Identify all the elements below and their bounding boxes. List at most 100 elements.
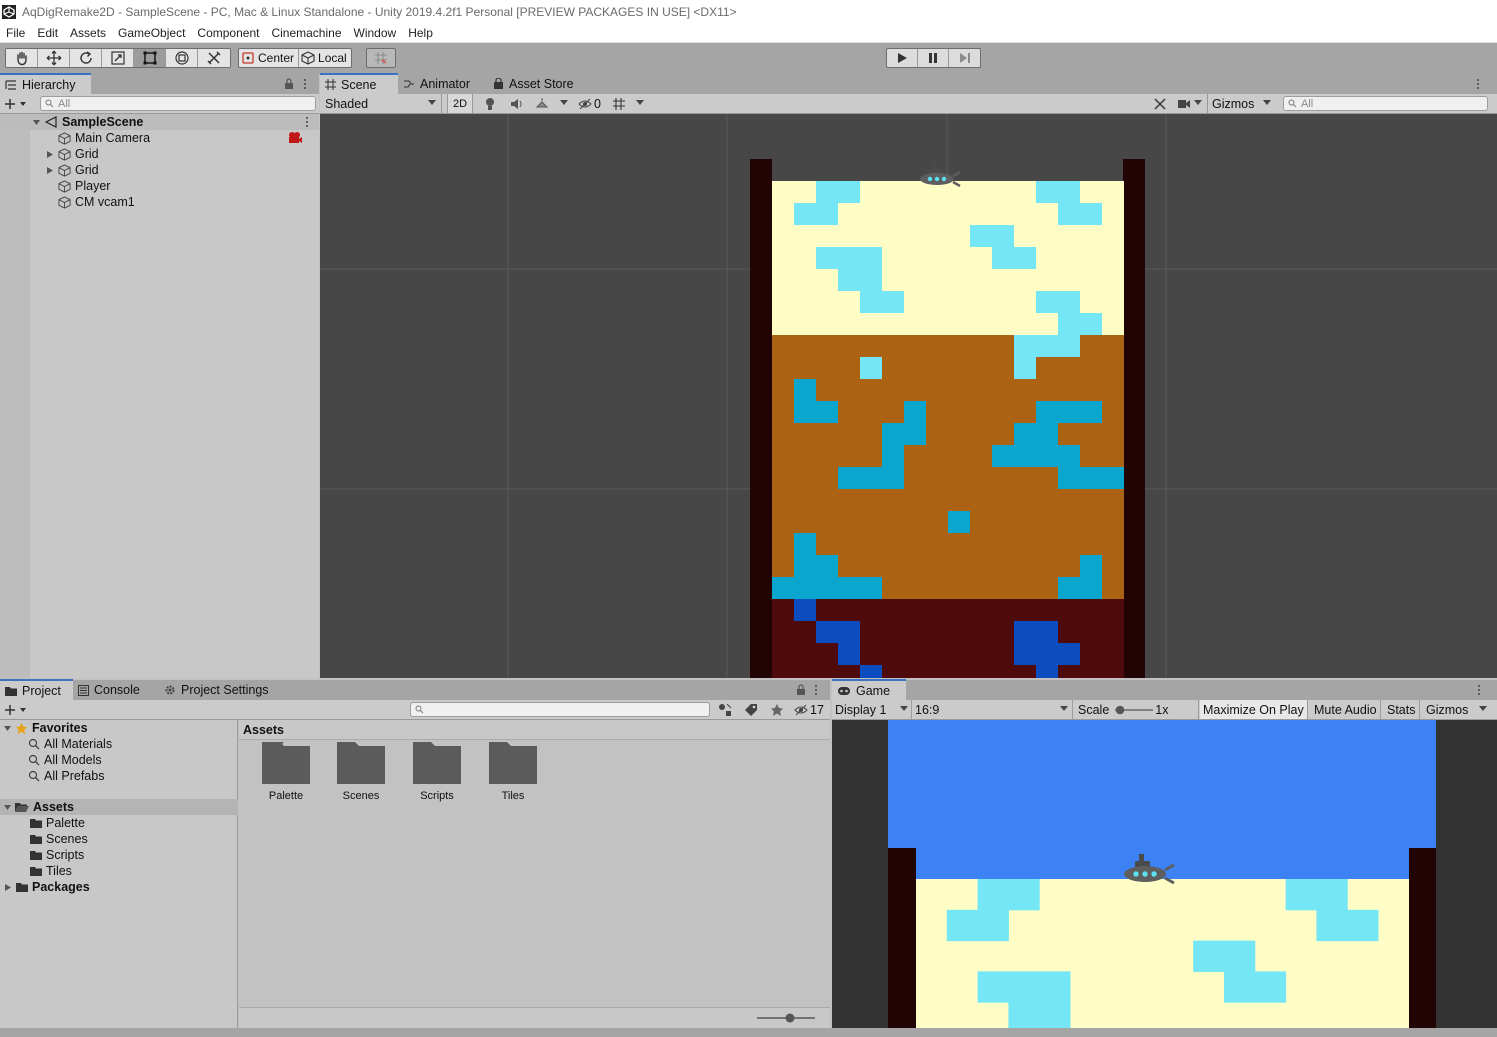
tab-asset-store[interactable]: Asset Store [488,74,598,94]
2d-mode-toggle[interactable]: 2D [447,94,473,113]
gem-tile [1058,401,1080,423]
stats-toggle[interactable]: Stats [1384,700,1420,719]
tab-game[interactable]: Game [832,679,906,700]
game-gizmos-toggle[interactable]: Gizmos [1423,700,1471,719]
rect-tool-button[interactable] [134,49,166,67]
search-by-type-icon[interactable] [718,703,732,717]
expand-arrow-icon[interactable] [4,883,12,892]
expand-arrow-icon[interactable] [32,118,41,127]
favorite-star-icon[interactable] [770,703,784,717]
hierarchy-item-player[interactable]: Player [0,178,319,194]
assets-folder-scenes[interactable]: Scenes [30,831,88,847]
project-search-input[interactable] [410,702,710,717]
expand-arrow-icon[interactable] [46,150,54,159]
scale-slider[interactable] [1115,705,1154,715]
scene-viewport[interactable] [320,114,1497,678]
expand-arrow-icon[interactable] [46,166,54,175]
scale-control[interactable]: Scale 1x [1075,700,1199,719]
chevron-down-icon[interactable] [1263,100,1271,106]
asset-folder-tiles[interactable]: Tiles [478,742,548,802]
chevron-down-icon[interactable] [636,100,644,106]
menu-help[interactable]: Help [402,26,439,40]
packages-row[interactable]: Packages [0,879,90,895]
expand-arrow-icon[interactable] [3,803,12,812]
grid-snap-button[interactable] [367,49,395,67]
favorite-item-all-prefabs[interactable]: All Prefabs [28,768,104,784]
pivot-rotation-toggle[interactable]: Local [299,49,351,67]
chevron-down-icon[interactable] [1479,706,1487,712]
asset-folder-scripts[interactable]: Scripts [402,742,472,802]
menu-cinemachine[interactable]: Cinemachine [265,26,347,40]
create-plus-icon[interactable] [4,704,28,716]
create-plus-icon[interactable] [4,98,28,110]
menu-component[interactable]: Component [191,26,265,40]
shading-mode-dropdown[interactable]: Shaded [320,94,442,113]
hierarchy-item-grid[interactable]: Grid [0,162,319,178]
scale-tool-button[interactable] [102,49,134,67]
assets-folder-scripts[interactable]: Scripts [30,847,84,863]
icon-size-slider[interactable] [757,1012,815,1024]
aspect-dropdown[interactable]: 16:9 [912,700,1073,719]
move-tool-button[interactable] [38,49,70,67]
expand-arrow-icon[interactable] [3,724,12,733]
tab-animator[interactable]: Animator [398,74,488,94]
lock-icon[interactable] [796,684,806,696]
step-button[interactable] [949,49,980,67]
step-icon [959,53,970,63]
hierarchy-scene-row[interactable]: SampleScene [0,114,319,130]
camera-icon[interactable] [1177,98,1191,110]
tab-project-settings[interactable]: Project Settings [159,680,279,700]
maximize-on-play-toggle[interactable]: Maximize On Play [1200,700,1308,719]
kebab-menu-icon[interactable] [1476,78,1480,90]
menu-window[interactable]: Window [348,26,403,40]
menu-edit[interactable]: Edit [31,26,64,40]
rotate-tool-button[interactable] [70,49,102,67]
audio-speaker-icon[interactable] [510,97,524,111]
menu-assets[interactable]: Assets [64,26,112,40]
kebab-menu-icon[interactable] [1477,684,1481,696]
scene-kebab-icon[interactable] [305,116,309,128]
tab-project[interactable]: Project [0,679,73,700]
favorites-row[interactable]: Favorites [0,720,88,736]
tools-icon[interactable] [1153,97,1167,111]
mute-audio-toggle[interactable]: Mute Audio [1311,700,1381,719]
assets-folder-tiles[interactable]: Tiles [30,863,72,879]
pivot-mode-toggle[interactable]: Center [239,49,300,67]
favorite-item-all-materials[interactable]: All Materials [28,736,112,752]
gizmos-dropdown[interactable]: Gizmos [1207,94,1254,113]
hierarchy-item-cm-vcam1[interactable]: CM vcam1 [0,194,319,210]
folder-label: Scenes [46,832,88,846]
menu-gameobject[interactable]: GameObject [112,26,191,40]
hidden-eye-icon[interactable] [578,97,592,111]
lighting-bulb-icon[interactable] [484,97,496,111]
pause-button[interactable] [918,49,949,67]
chevron-down-icon[interactable] [1194,100,1202,106]
game-viewport[interactable] [832,720,1497,1028]
tab-console[interactable]: Console [73,680,159,700]
hierarchy-item-main-camera[interactable]: Main Camera [0,130,319,146]
menu-file[interactable]: File [0,26,31,40]
tab-hierarchy[interactable]: Hierarchy [0,73,91,94]
label-tag-icon[interactable] [744,703,758,717]
asset-folder-palette[interactable]: Palette [251,742,321,802]
breadcrumb[interactable]: Assets [239,720,830,740]
hidden-eye-icon[interactable] [794,703,808,717]
chevron-down-icon[interactable] [560,100,568,106]
kebab-menu-icon[interactable] [303,78,307,90]
favorite-item-all-models[interactable]: All Models [28,752,102,768]
asset-folder-scenes[interactable]: Scenes [326,742,396,802]
hierarchy-search-input[interactable]: All [40,96,316,111]
lock-icon[interactable] [284,78,294,90]
grid-toggle-icon[interactable] [612,97,626,111]
custom-tool-button[interactable] [198,49,230,67]
hand-tool-button[interactable] [6,49,38,67]
assets-folder-palette[interactable]: Palette [30,815,85,831]
play-button[interactable] [887,49,918,67]
assets-root-row[interactable]: Assets [0,799,238,815]
effects-icon[interactable] [535,97,549,111]
tab-scene[interactable]: Scene [320,73,398,94]
scene-search-input[interactable]: All [1283,96,1488,111]
kebab-menu-icon[interactable] [814,684,818,696]
transform-tool-button[interactable] [166,49,198,67]
hierarchy-item-grid[interactable]: Grid [0,146,319,162]
